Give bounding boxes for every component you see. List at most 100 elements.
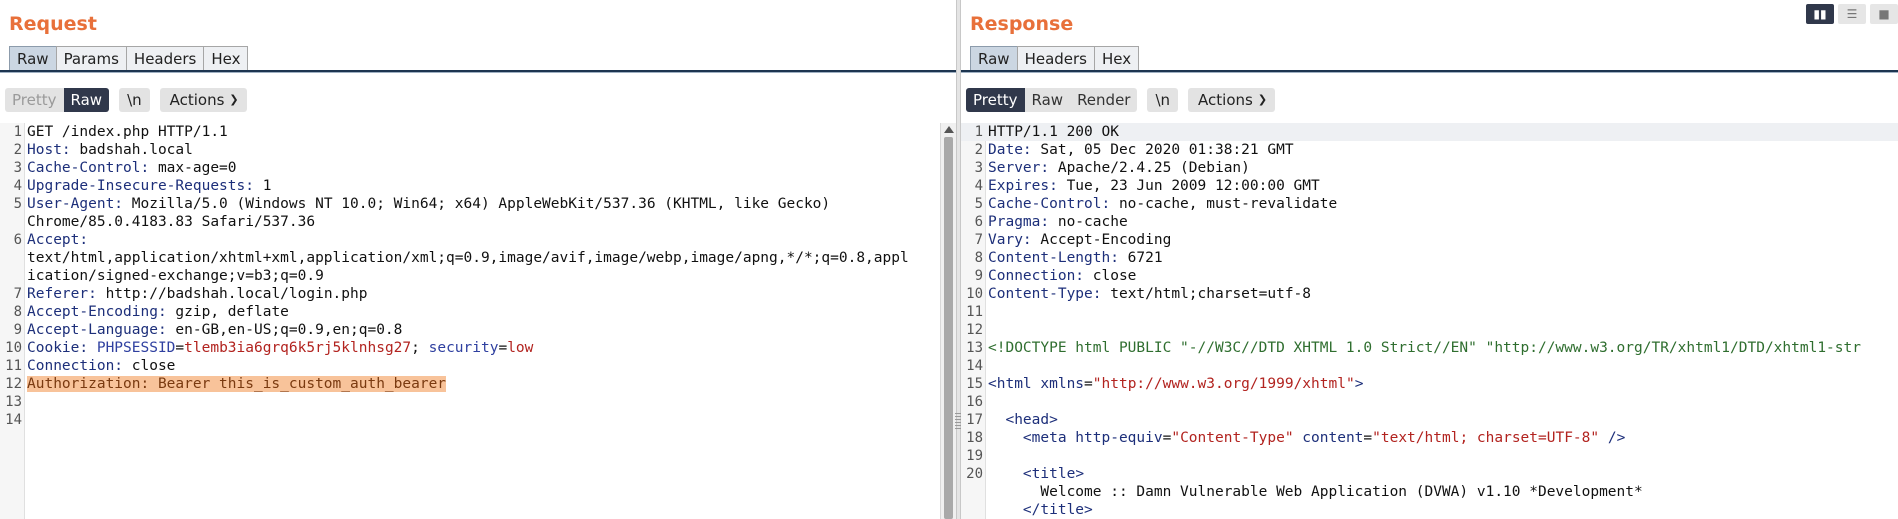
line-text: Cache-Control: max-age=0 [27, 159, 237, 177]
line-number: 2 [974, 142, 983, 158]
html-attribute: content [1293, 430, 1364, 446]
header-value: no-cache [1049, 214, 1128, 230]
response-toolbar: Pretty Raw Render \n Actions ❯ [966, 88, 1276, 112]
request-actions-button[interactable]: Actions ❯ [159, 88, 247, 112]
equals-sign: = [175, 340, 185, 356]
request-tab-raw[interactable]: Raw [9, 46, 57, 70]
line-text: HTTP/1.1 200 OK [988, 123, 1119, 141]
code-line: 13 <!DOCTYPE html PUBLIC "-//W3C//DTD XHT… [961, 339, 1898, 357]
header-value: text/html;charset=utf-8 [1101, 286, 1312, 302]
attribute-value: "Content-Type" [1171, 430, 1294, 446]
line-number: 7 [974, 232, 983, 248]
code-line: 12 [961, 321, 1898, 339]
code-line: 16 [961, 393, 1898, 411]
header-name: Referer: [27, 286, 97, 302]
cookie-name: security [428, 340, 499, 356]
code-line: 17 <head> [961, 411, 1898, 429]
request-tab-params[interactable]: Params [55, 46, 127, 70]
line-number: 3 [13, 160, 22, 176]
line-number: 5 [13, 196, 22, 212]
header-value: 6721 [1118, 250, 1163, 266]
line-text: Cache-Control: no-cache, must-revalidate [988, 195, 1337, 213]
header-value: en-GB,en-US;q=0.9,en;q=0.8 [166, 322, 403, 338]
line-text: Cookie: PHPSESSID=tlemb3ia6grq6k5rj5klnh… [27, 339, 533, 357]
request-scrollbar[interactable] [940, 123, 956, 519]
code-line: ication/signed-exchange;v=b3;q=0.9 [0, 267, 940, 285]
line-number: 1 [974, 124, 983, 140]
plain-text: Chrome/85.0.4183.83 Safari/537.36 [27, 214, 316, 230]
highlighted-text: Authorization: Bearer this_is_custom_aut… [27, 376, 447, 392]
code-line: 1 HTTP/1.1 200 OK [961, 123, 1898, 141]
response-actions-button[interactable]: Actions ❯ [1188, 88, 1276, 112]
html-tag: > [1075, 466, 1085, 482]
response-render-button[interactable]: Render [1070, 88, 1137, 112]
line-number: 10 [966, 286, 983, 302]
code-line: 9 Connection: close [961, 267, 1898, 285]
response-tab-raw[interactable]: Raw [970, 46, 1018, 70]
line-number: 7 [13, 286, 22, 302]
html-tag: > [1354, 376, 1364, 392]
response-editor[interactable]: 1 HTTP/1.1 200 OK 2 Date: Sat, 05 Dec 2020 … [961, 123, 1898, 519]
split-rows-icon[interactable]: ☰ [1838, 4, 1866, 24]
equals-sign: = [1363, 430, 1373, 446]
request-raw-button[interactable]: Raw [63, 88, 110, 112]
request-newline-button[interactable]: \n [119, 88, 150, 112]
request-editor[interactable]: 1 GET /index.php HTTP/1.1 2 Host: badshah.l… [0, 123, 940, 519]
line-number: 8 [13, 304, 22, 320]
code-line: 10 Cookie: PHPSESSID=tlemb3ia6grq6k5rj5kl… [0, 339, 940, 357]
split-columns-icon[interactable]: ▮▮ [1806, 4, 1834, 24]
code-line: text/html,application/xhtml+xml,applicat… [0, 249, 940, 267]
html-tag: /> [1599, 430, 1626, 446]
line-text: Content-Type: text/html;charset=utf-8 [988, 285, 1311, 303]
line-number: 8 [974, 250, 983, 266]
html-tag: > [1049, 412, 1058, 428]
header-name: Server: [988, 160, 1050, 176]
separator: ; [411, 340, 429, 356]
line-number: 13 [966, 340, 983, 356]
cookie-value: low [507, 340, 534, 356]
code-line: 6 Pragma: no-cache [961, 213, 1898, 231]
response-title: Response [970, 13, 1074, 35]
tabs-layout-icon[interactable]: ■ [1870, 4, 1898, 24]
code-line: 1 GET /index.php HTTP/1.1 [0, 123, 940, 141]
line-text: Expires: Tue, 23 Jun 2009 12:00:00 GMT [988, 177, 1320, 195]
html-tag: </title [988, 502, 1085, 518]
plain-text: Welcome :: Damn Vulnerable Web Applicati… [988, 484, 1643, 500]
line-text: Server: Apache/2.4.25 (Debian) [988, 159, 1250, 177]
equals-sign: = [498, 340, 508, 356]
line-number: 10 [5, 340, 22, 356]
header-name: Cache-Control: [988, 196, 1111, 212]
line-number: 12 [5, 376, 22, 392]
request-tab-headers[interactable]: Headers [125, 46, 205, 70]
response-pane: Response ▮▮ ☰ ■ Raw Headers Hex Pretty R… [961, 0, 1898, 519]
line-number: 14 [966, 358, 983, 374]
header-name: User-Agent: [27, 196, 124, 212]
code-line: 3 Cache-Control: max-age=0 [0, 159, 940, 177]
html-tag: <meta [988, 430, 1067, 446]
response-tab-hex[interactable]: Hex [1094, 46, 1140, 70]
header-value: http://badshah.local/login.php [96, 286, 368, 302]
response-tab-headers[interactable]: Headers [1016, 46, 1095, 70]
line-text: Vary: Accept-Encoding [988, 231, 1171, 249]
response-raw-button[interactable]: Raw [1025, 88, 1071, 112]
response-pretty-button[interactable]: Pretty [966, 88, 1025, 112]
response-newline-button[interactable]: \n [1147, 88, 1179, 112]
line-number: 16 [966, 394, 983, 410]
line-number: 5 [974, 196, 983, 212]
line-number: 4 [974, 178, 983, 194]
code-line: 10 Content-Type: text/html;charset=utf-8 [961, 285, 1898, 303]
line-number: 1 [13, 124, 22, 140]
request-tab-hex[interactable]: Hex [203, 46, 249, 70]
code-line: 11 Connection: close [0, 357, 940, 375]
line-text: Accept: [27, 231, 88, 249]
request-scroll-thumb[interactable] [944, 137, 953, 519]
request-pretty-button[interactable]: Pretty [5, 88, 64, 112]
scroll-up-icon[interactable] [944, 126, 954, 133]
header-value: no-cache, must-revalidate [1110, 196, 1338, 212]
code-line: 11 [961, 303, 1898, 321]
code-line: 18 <meta http-equiv = "Content-Type" conte… [961, 429, 1898, 447]
response-tab-divider [961, 70, 1898, 73]
code-line: 7 Referer: http://badshah.local/login.php [0, 285, 940, 303]
equals-sign: = [1084, 376, 1093, 392]
line-text: Referer: http://badshah.local/login.php [27, 285, 367, 303]
